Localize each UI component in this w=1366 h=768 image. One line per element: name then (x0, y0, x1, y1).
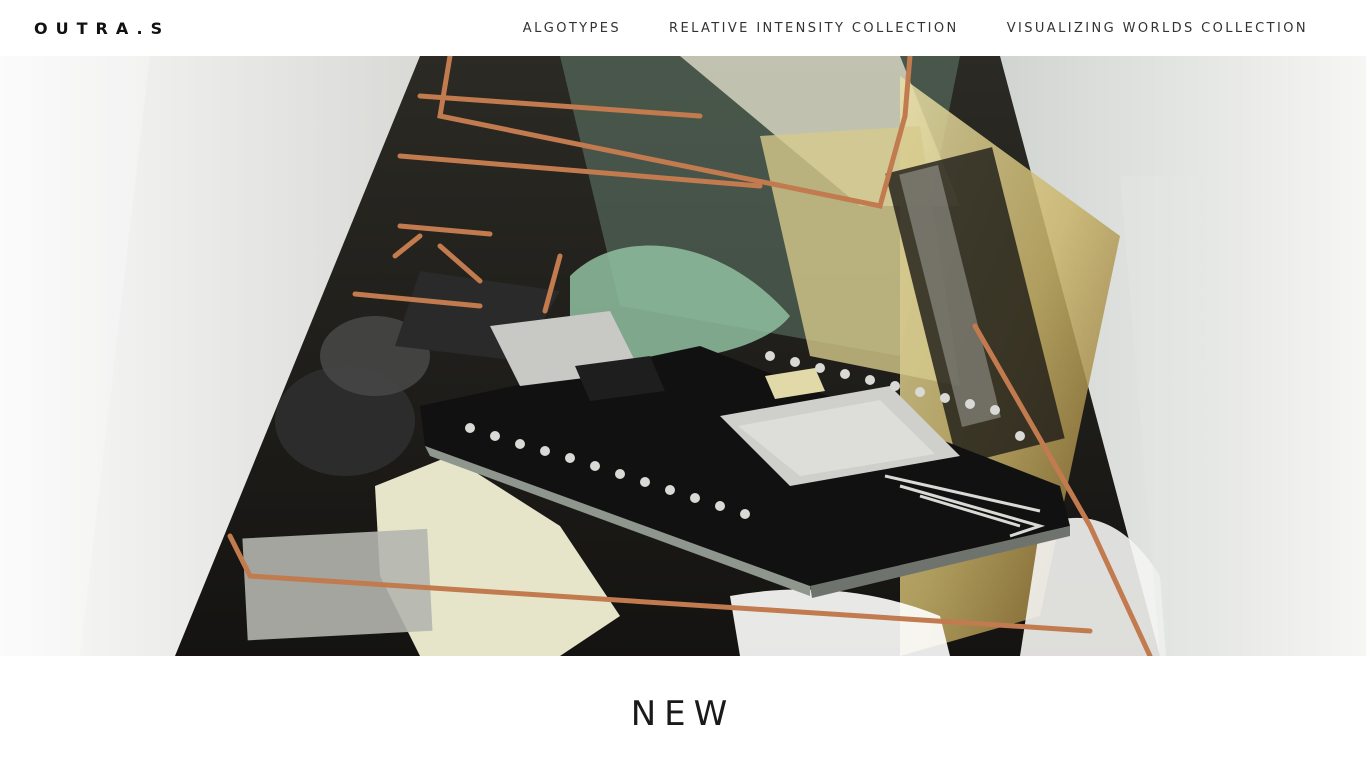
brand-logo[interactable]: OUTRA.S (34, 19, 170, 38)
section-title: NEW (630, 694, 736, 734)
nav-link-relative-intensity-collection[interactable]: RELATIVE INTENSITY COLLECTION (669, 21, 959, 36)
site-header: OUTRA.S ALGOTYPES RELATIVE INTENSITY COL… (0, 0, 1366, 56)
main-nav: ALGOTYPES RELATIVE INTENSITY COLLECTION … (523, 21, 1308, 36)
nav-link-algotypes[interactable]: ALGOTYPES (523, 21, 621, 36)
nav-link-visualizing-worlds-collection[interactable]: VISUALIZING WORLDS COLLECTION (1007, 21, 1308, 36)
resin-pyramid-circuit-photo (0, 56, 1366, 656)
hero-image (0, 56, 1366, 656)
